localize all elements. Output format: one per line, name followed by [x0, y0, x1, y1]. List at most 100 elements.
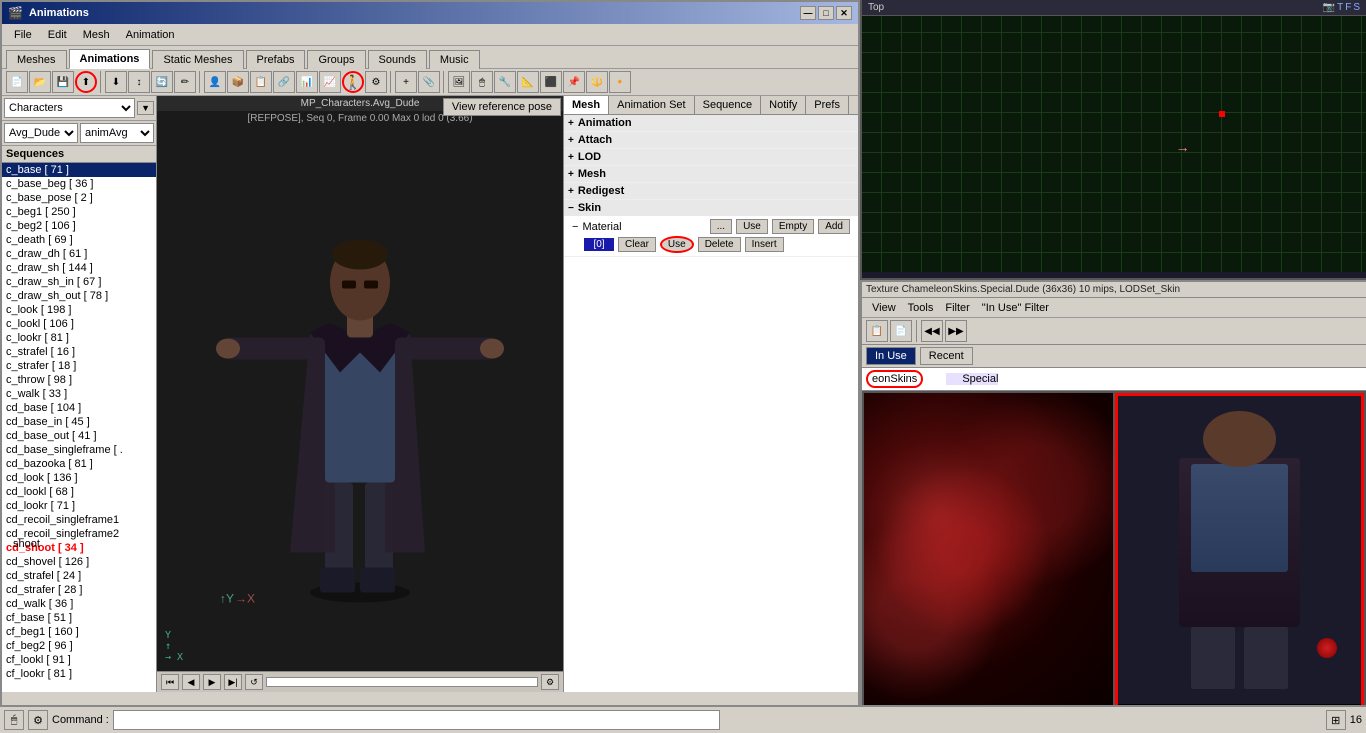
seq-item-12[interactable]: c_lookr [ 81 ]	[2, 331, 156, 345]
toolbar-btn-16[interactable]: ⚙	[365, 71, 387, 93]
material-use-top-button[interactable]: Use	[736, 219, 768, 234]
toolbar-btn-23[interactable]: ⬛	[540, 71, 562, 93]
playback-step-fwd[interactable]: ▶|	[224, 674, 242, 690]
tex-toolbar-btn2[interactable]: 📄	[890, 320, 912, 342]
toolbar-btn-8[interactable]: ✏	[174, 71, 196, 93]
tex-toolbar-btn1[interactable]: 📋	[866, 320, 888, 342]
char-dropdown-arrow[interactable]: ▼	[137, 101, 154, 115]
material-use-button[interactable]: Use	[660, 236, 694, 253]
material-ellipsis-button[interactable]: ...	[710, 219, 732, 234]
prop-tab-animset[interactable]: Animation Set	[609, 96, 694, 114]
seq-item-8[interactable]: c_draw_sh_in [ 67 ]	[2, 275, 156, 289]
menu-animation[interactable]: Animation	[118, 27, 183, 43]
grid-icon[interactable]: ⊞	[1326, 710, 1346, 730]
toolbar-btn-26[interactable]: 🔸	[609, 71, 631, 93]
mesh-dropdown[interactable]: Avg_Dude	[4, 123, 78, 143]
toolbar-btn-7[interactable]: 🔄	[151, 71, 173, 93]
cam-icon[interactable]: 📷	[1323, 2, 1335, 13]
seq-item-36[interactable]: cf_lookr [ 81 ]	[2, 667, 156, 681]
seq-item-34[interactable]: cf_beg2 [ 96 ]	[2, 639, 156, 653]
toolbar-btn-18[interactable]: 📎	[418, 71, 440, 93]
prop-tab-prefs[interactable]: Prefs	[806, 96, 849, 114]
seq-item-27[interactable]: cd_shoot [ 34 ]	[2, 541, 156, 555]
seq-item-20[interactable]: cd_base_singleframe [ .	[2, 443, 156, 457]
tex-menu-inuse[interactable]: "In Use" Filter	[976, 300, 1055, 316]
seq-item-32[interactable]: cf_base [ 51 ]	[2, 611, 156, 625]
material-add-button[interactable]: Add	[818, 219, 850, 234]
texture-cell-dude[interactable]: Texture Dude [DXT3] (512x512) 10 mips, L…	[1115, 393, 1364, 731]
view-reference-pose-button[interactable]: View reference pose	[443, 98, 561, 116]
viewport-body[interactable]: ↑Y →X Y ↑ → X	[157, 126, 563, 671]
menu-edit[interactable]: Edit	[40, 27, 75, 43]
f-icon[interactable]: F	[1345, 2, 1351, 13]
seq-item-4[interactable]: c_beg2 [ 106 ]	[2, 219, 156, 233]
command-input[interactable]	[113, 710, 720, 730]
s-icon[interactable]: S	[1353, 2, 1360, 13]
menu-mesh[interactable]: Mesh	[75, 27, 118, 43]
prop-group-skin-header[interactable]: − Skin	[564, 200, 858, 216]
toolbar-btn-13[interactable]: 📊	[296, 71, 318, 93]
close-button[interactable]: ✕	[836, 6, 852, 20]
seq-item-10[interactable]: c_look [ 198 ]	[2, 303, 156, 317]
toolbar-btn-11[interactable]: 📋	[250, 71, 272, 93]
status-icon-2[interactable]: ⚙	[28, 710, 48, 730]
seq-item-7[interactable]: c_draw_sh [ 144 ]	[2, 261, 156, 275]
tab-static-meshes[interactable]: Static Meshes	[152, 50, 243, 69]
seq-item-24[interactable]: cd_lookr [ 71 ]	[2, 499, 156, 513]
tex-toolbar-next[interactable]: ▶▶	[945, 320, 967, 342]
tab-groups[interactable]: Groups	[307, 50, 365, 69]
seq-item-18[interactable]: cd_base_in [ 45 ]	[2, 415, 156, 429]
seq-item-14[interactable]: c_strafer [ 18 ]	[2, 359, 156, 373]
seq-item-11[interactable]: c_lookl [ 106 ]	[2, 317, 156, 331]
toolbar-new[interactable]: 📄	[6, 71, 28, 93]
playback-setting[interactable]: ⚙	[541, 674, 559, 690]
toolbar-btn-12[interactable]: 🔗	[273, 71, 295, 93]
seq-item-1[interactable]: c_base_beg [ 36 ]	[2, 177, 156, 191]
toolbar-btn-22[interactable]: 📐	[517, 71, 539, 93]
filter-recent-button[interactable]: Recent	[920, 347, 973, 365]
tab-sounds[interactable]: Sounds	[368, 50, 427, 69]
tex-menu-view[interactable]: View	[866, 300, 902, 316]
menu-file[interactable]: File	[6, 27, 40, 43]
tab-meshes[interactable]: Meshes	[6, 50, 67, 69]
toolbar-highlighted-1[interactable]: ⬆	[75, 71, 97, 93]
toolbar-save[interactable]: 💾	[52, 71, 74, 93]
toolbar-btn-19[interactable]: 🖼	[448, 71, 470, 93]
maximize-button[interactable]: □	[818, 6, 834, 20]
t-icon[interactable]: T	[1337, 2, 1343, 13]
minimize-button[interactable]: —	[800, 6, 816, 20]
seq-item-28[interactable]: cd_shovel [ 126 ]	[2, 555, 156, 569]
toolbar-open[interactable]: 📂	[29, 71, 51, 93]
material-delete-button[interactable]: Delete	[698, 237, 741, 252]
toolbar-btn-14[interactable]: 📈	[319, 71, 341, 93]
toolbar-btn-20[interactable]: 🖱	[471, 71, 493, 93]
seq-item-30[interactable]: cd_strafer [ 28 ]	[2, 583, 156, 597]
material-clear-button[interactable]: Clear	[618, 237, 656, 252]
seq-item-3[interactable]: c_beg1 [ 250 ]	[2, 205, 156, 219]
timeline-scrubber[interactable]	[266, 677, 538, 687]
texture-cell-burnvictim[interactable]: Texture BurnVictim [DXT3] (512x512) 10 m…	[864, 393, 1113, 731]
toolbar-btn-21[interactable]: 🔧	[494, 71, 516, 93]
tab-music[interactable]: Music	[429, 50, 480, 69]
3d-viewport[interactable]: View reference pose MP_Characters.Avg_Du…	[157, 96, 563, 692]
material-empty-button[interactable]: Empty	[772, 219, 814, 234]
tab-prefabs[interactable]: Prefabs	[246, 50, 306, 69]
playback-loop[interactable]: ↺	[245, 674, 263, 690]
filter-inuse-button[interactable]: In Use	[866, 347, 916, 365]
status-icon-1[interactable]: 🖱	[4, 710, 24, 730]
prop-group-animation-header[interactable]: + Animation	[564, 115, 858, 131]
tex-menu-tools[interactable]: Tools	[902, 300, 940, 316]
prop-group-attach-header[interactable]: + Attach	[564, 132, 858, 148]
toolbar-btn-24[interactable]: 📌	[563, 71, 585, 93]
seq-item-9[interactable]: c_draw_sh_out [ 78 ]	[2, 289, 156, 303]
playback-step-back[interactable]: ◀	[182, 674, 200, 690]
toolbar-btn-6[interactable]: ↕	[128, 71, 150, 93]
prop-group-redigest-header[interactable]: + Redigest	[564, 183, 858, 199]
prop-tab-notify[interactable]: Notify	[761, 96, 806, 114]
prop-group-lod-header[interactable]: + LOD	[564, 149, 858, 165]
seq-item-5[interactable]: c_death [ 69 ]	[2, 233, 156, 247]
seq-item-23[interactable]: cd_lookl [ 68 ]	[2, 485, 156, 499]
seq-item-35[interactable]: cf_lookl [ 91 ]	[2, 653, 156, 667]
seq-item-25[interactable]: cd_recoil_singleframe1	[2, 513, 156, 527]
toolbar-btn-17[interactable]: +	[395, 71, 417, 93]
